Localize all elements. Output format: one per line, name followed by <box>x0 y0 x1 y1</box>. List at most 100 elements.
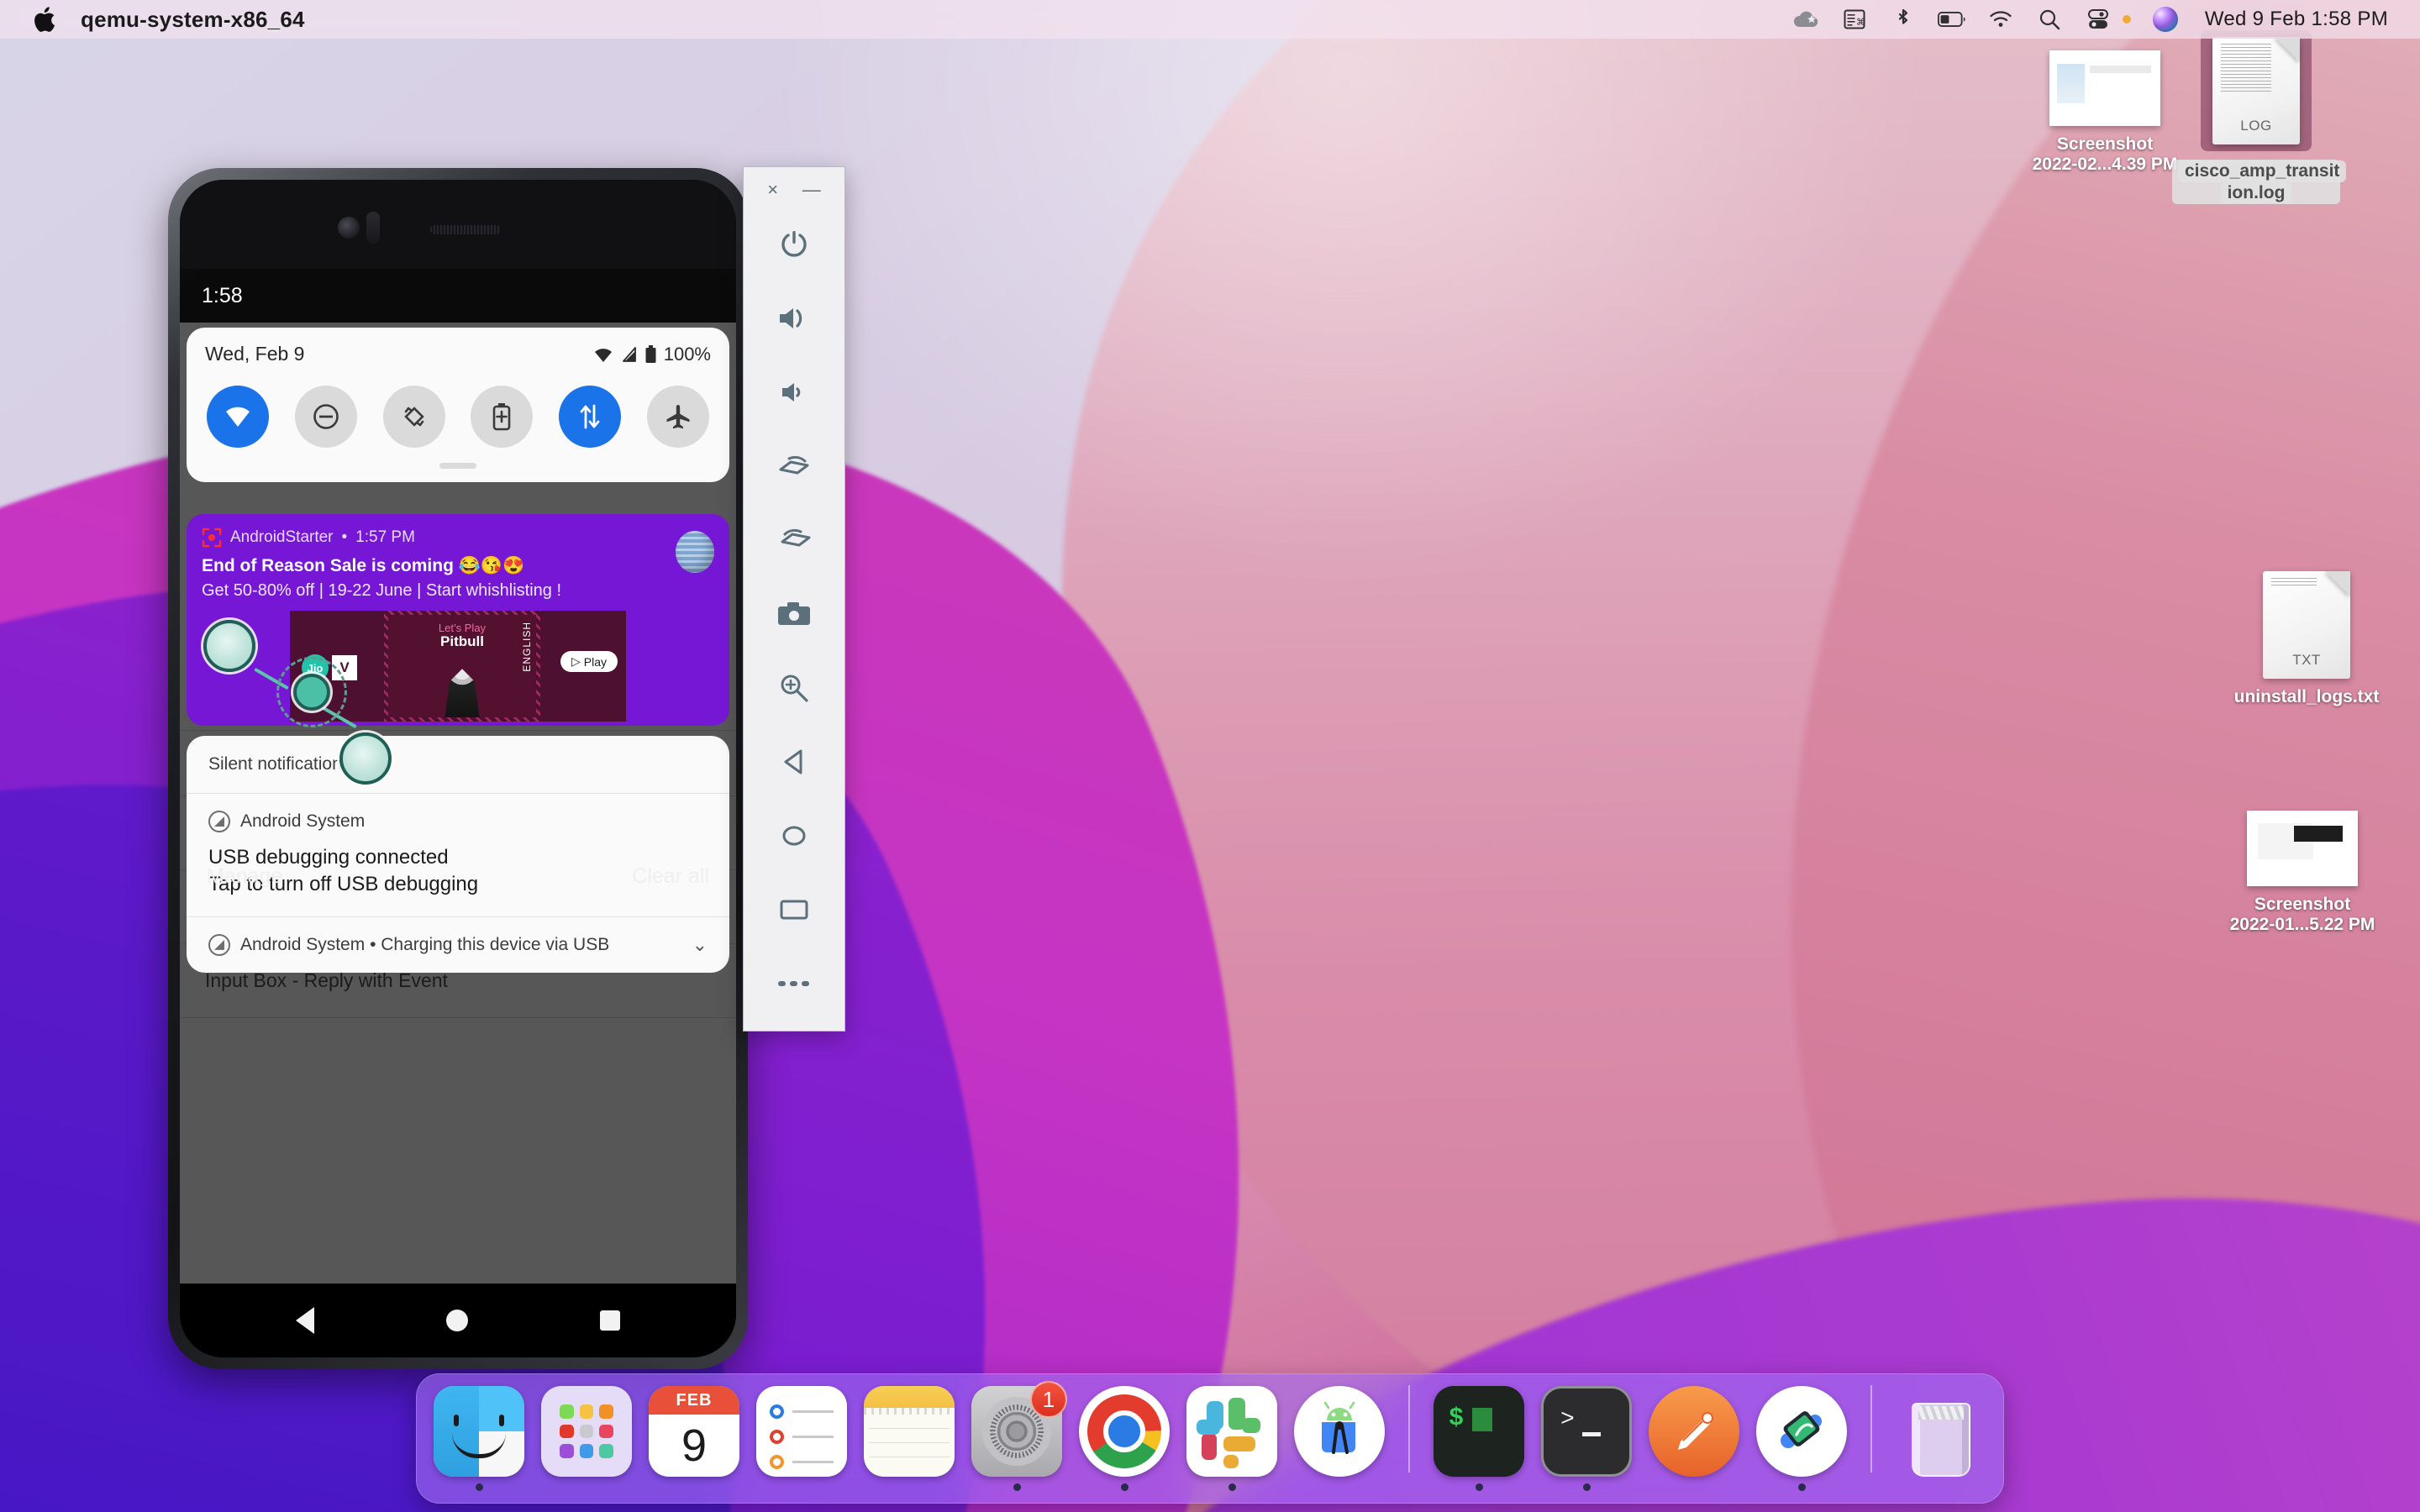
home-icon[interactable] <box>744 799 844 873</box>
silent-notifications-card[interactable]: Silent notifications Android System USB … <box>187 736 729 973</box>
manage-button[interactable]: Manage <box>207 864 282 889</box>
desktop-icon-label: Screenshot 2022-01...5.22 PM <box>2230 895 2375 934</box>
back-icon[interactable] <box>296 1307 315 1334</box>
battery-saver-tile[interactable] <box>471 386 534 448</box>
battery-percent: 100% <box>663 343 711 365</box>
dock-item-calendar[interactable]: FEB 9 <box>647 1386 741 1491</box>
play-button[interactable]: ▷ Play <box>560 651 618 672</box>
brand-badges: Jio V <box>302 654 357 681</box>
android-screen[interactable]: 1:58 Zero Bezel Zero Bezel Text Only Tim… <box>180 269 736 1357</box>
charging-notification[interactable]: Android System • Charging this device vi… <box>187 917 729 973</box>
android-system-icon <box>208 933 230 956</box>
icon-holder <box>2049 50 2160 126</box>
spotlight-search-icon[interactable] <box>2035 7 2064 32</box>
dock-item-reminders[interactable] <box>755 1386 849 1491</box>
dollar-prompt-icon: $ <box>1449 1404 1465 1433</box>
mobile-data-tile[interactable] <box>559 386 622 448</box>
android-emulator-device[interactable]: 1:58 Zero Bezel Zero Bezel Text Only Tim… <box>168 168 748 1369</box>
dock-item-android-studio[interactable] <box>1292 1386 1386 1491</box>
control-center-icon[interactable] <box>2084 7 2112 32</box>
battery-icon[interactable] <box>1937 7 1966 32</box>
power-icon[interactable] <box>744 207 844 281</box>
dock-item-iterm[interactable]: $ <box>1432 1386 1526 1491</box>
shade-drag-handle[interactable] <box>439 463 476 469</box>
desktop-icon-screenshot-2[interactable]: Screenshot 2022-01...5.22 PM <box>2214 811 2391 934</box>
menu-bar-clock[interactable]: Wed 9 Feb 1:58 PM <box>2205 8 2388 31</box>
rotate-right-icon[interactable] <box>744 503 844 577</box>
dock-item-finder[interactable] <box>432 1386 526 1491</box>
auto-rotate-tile[interactable] <box>382 386 445 448</box>
emulator-window-buttons: × — <box>744 167 844 207</box>
back-icon[interactable] <box>744 725 844 799</box>
battery-icon <box>645 344 656 363</box>
quick-settings-panel[interactable]: Wed, Feb 9 100% <box>187 328 729 482</box>
reminders-icon <box>756 1386 847 1477</box>
wifi-icon[interactable] <box>1986 7 2015 32</box>
android-studio-icon <box>1294 1386 1385 1477</box>
desktop-icon-uninstall-logs-txt[interactable]: TXT uninstall_logs.txt <box>2218 571 2395 707</box>
chevron-down-icon[interactable]: ⌄ <box>692 934 708 956</box>
overview-icon[interactable] <box>744 873 844 947</box>
android-navigation-bar[interactable] <box>180 1284 736 1357</box>
silent-notifications-header: Silent notifications <box>208 754 351 774</box>
dock-item-notes[interactable] <box>862 1386 956 1491</box>
image-thumbnail-icon <box>2049 50 2160 126</box>
dock-item-android-file-transfer[interactable] <box>1754 1386 1849 1491</box>
keyboard-input-icon[interactable]: ⌘ <box>1840 7 1869 32</box>
ad-timestamp: 1:57 PM <box>355 528 415 546</box>
cloud-icon[interactable] <box>1791 7 1820 32</box>
wifi-icon <box>226 407 250 427</box>
dock-item-terminal[interactable]: > <box>1539 1386 1634 1491</box>
vi-logo-icon: V <box>332 655 357 680</box>
emulator-toolbar[interactable]: × — <box>743 166 845 1032</box>
trash-icon <box>1896 1386 1986 1477</box>
chrome-icon <box>1079 1386 1170 1477</box>
more-icon[interactable] <box>744 947 844 1021</box>
minimize-icon[interactable]: — <box>802 181 821 199</box>
ad-hero-image[interactable]: Jio V Let’s Play Pitbull ENGLISH ▷ Play <box>290 611 626 722</box>
svg-text:⌘: ⌘ <box>1856 17 1865 28</box>
desktop: qemu-system-x86_64 ⌘ Wed 9 Feb 1:58 PM S… <box>0 0 2420 1512</box>
do-not-disturb-tile[interactable] <box>294 386 357 448</box>
charging-notification-text: Android System • Charging this device vi… <box>240 934 610 954</box>
dock-item-trash[interactable] <box>1894 1386 1988 1491</box>
artist-photo <box>445 669 480 717</box>
screenshot-camera-icon[interactable] <box>744 577 844 651</box>
rotate-left-icon[interactable] <box>744 429 844 503</box>
desktop-icon-cisco-amp-transition-log[interactable]: LOG cisco_amp_transit ion.log <box>2168 30 2347 205</box>
dock[interactable]: FEB 9 1 $ > <box>416 1373 2004 1504</box>
iterm-icon: $ <box>1434 1386 1524 1477</box>
running-indicator <box>475 1483 483 1491</box>
apple-logo-icon[interactable] <box>34 7 55 32</box>
dock-item-launchpad[interactable] <box>539 1386 634 1491</box>
document-lines <box>2221 44 2271 92</box>
label-line-1: uninstall_logs.txt <box>2233 687 2380 706</box>
dock-item-slack[interactable] <box>1185 1386 1279 1491</box>
dock-item-chrome[interactable] <box>1077 1386 1171 1491</box>
siri-icon[interactable] <box>2151 7 2180 32</box>
quick-settings-tiles <box>205 386 711 448</box>
recents-icon[interactable] <box>599 1310 620 1331</box>
airplane-mode-tile[interactable] <box>646 386 709 448</box>
label-line-2: 2022-02...4.39 PM <box>2032 154 2178 174</box>
volume-up-icon[interactable] <box>744 281 844 355</box>
close-icon[interactable]: × <box>767 181 778 199</box>
notification-badge: 1 <box>1030 1381 1067 1418</box>
desktop-icon-screenshot-1[interactable]: Screenshot 2022-02...4.39 PM <box>2017 50 2193 174</box>
ad-notification[interactable]: AndroidStarter • 1:57 PM End of Reason S… <box>187 514 729 726</box>
volume-down-icon[interactable] <box>744 355 844 429</box>
running-indicator <box>1475 1483 1483 1491</box>
up-down-arrows-icon <box>580 404 600 429</box>
bluetooth-icon[interactable] <box>1889 7 1918 32</box>
wifi-tile[interactable] <box>207 386 269 448</box>
label-line-1: Screenshot <box>2254 895 2351 914</box>
dock-item-postman[interactable] <box>1647 1386 1741 1491</box>
label-line-2: 2022-01...5.22 PM <box>2229 914 2375 934</box>
clear-all-button[interactable]: Clear all <box>632 864 709 889</box>
ad-title: End of Reason Sale is coming 😂😘😍 <box>202 556 525 575</box>
image-thumbnail-icon <box>2247 811 2358 886</box>
trash-can-shape <box>1912 1403 1970 1477</box>
zoom-in-icon[interactable] <box>744 651 844 725</box>
home-icon[interactable] <box>445 1310 468 1331</box>
dock-item-system-preferences[interactable]: 1 <box>970 1381 1067 1491</box>
